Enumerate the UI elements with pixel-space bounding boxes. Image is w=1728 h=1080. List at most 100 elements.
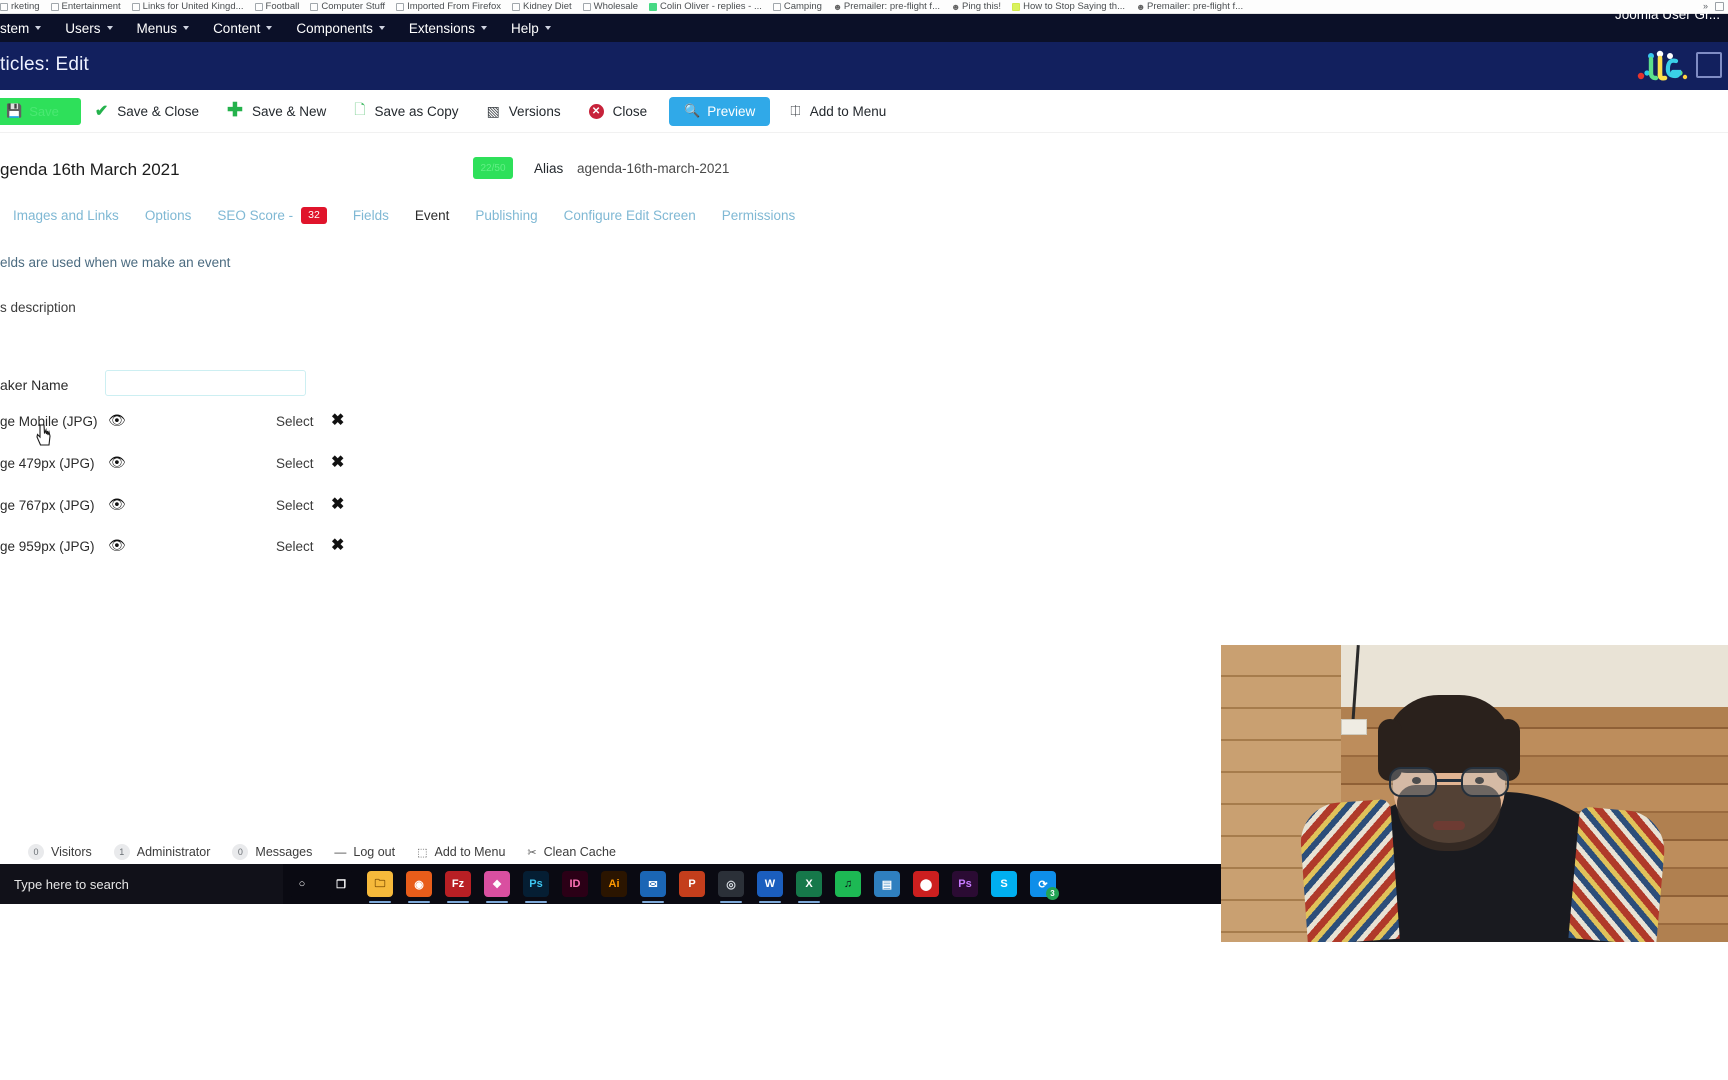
taskbar-app-glyph: Ps xyxy=(529,878,543,890)
menu-extensions[interactable]: Extensions xyxy=(397,14,499,42)
glasses-lens-right xyxy=(1461,767,1509,797)
bookmark-item[interactable]: Entertainment xyxy=(50,1,121,12)
obs-icon[interactable]: ◎ xyxy=(718,871,744,903)
eye-icon[interactable]: 👁 xyxy=(108,454,126,471)
versions-button[interactable]: ▧ Versions xyxy=(473,98,575,125)
illustrator-icon[interactable]: Ai xyxy=(601,871,627,897)
excel-icon[interactable]: X xyxy=(796,871,822,903)
status-item-label: Messages xyxy=(255,845,313,859)
menu-help[interactable]: Help xyxy=(499,14,563,42)
webcam-patterned-scarf-left xyxy=(1298,798,1400,942)
store-icon[interactable]: ▤ xyxy=(874,871,900,897)
bookmark-item[interactable]: Imported From Firefox xyxy=(396,1,501,12)
browser-bookmarks-bar[interactable]: rketing Entertainment Links for United Kin… xyxy=(0,0,1728,14)
bookmark-item[interactable]: Football xyxy=(254,1,299,12)
tab-configure-edit-screen[interactable]: Configure Edit Screen xyxy=(551,208,709,223)
save-and-close-button[interactable]: ✔ Save & Close xyxy=(81,98,213,125)
bookmark-item[interactable]: Kidney Diet xyxy=(512,1,572,12)
description-field-label: s description xyxy=(0,300,76,315)
status-messages[interactable]: 0 Messages xyxy=(232,844,312,860)
select-image-button[interactable]: Select xyxy=(276,539,314,554)
bookmark-item[interactable]: Colin Oliver - replies - ... xyxy=(648,1,762,12)
bookmark-item[interactable]: Camping xyxy=(772,1,822,12)
clear-image-icon[interactable]: ✖ xyxy=(331,535,344,555)
fields-hint-text: elds are used when we make an event xyxy=(0,255,231,270)
photos-icon[interactable]: ❖ xyxy=(484,871,510,903)
bookmark-item[interactable]: How to Stop Saying th... xyxy=(1012,1,1125,12)
select-image-button[interactable]: Select xyxy=(276,414,314,429)
menu-system[interactable]: stem xyxy=(0,14,53,42)
preview-button[interactable]: 🔍 Preview xyxy=(669,96,771,126)
status-add-to-menu[interactable]: ⬚ Add to Menu xyxy=(417,845,505,859)
tab-event[interactable]: Event xyxy=(402,208,463,223)
alias-input[interactable]: agenda-16th-march-2021 xyxy=(577,161,729,176)
cortana-icon[interactable]: ○ xyxy=(289,871,315,897)
file-explorer-icon[interactable]: 🗀 xyxy=(367,871,393,903)
bookmark-item[interactable]: ☻ Premailer: pre-flight f... xyxy=(1136,1,1243,12)
tab-fields[interactable]: Fields xyxy=(340,208,402,223)
status-visitors[interactable]: 0 Visitors xyxy=(28,844,92,860)
outlook-icon[interactable]: ✉ xyxy=(640,871,666,903)
add-to-menu-button[interactable]: ⎅ Add to Menu xyxy=(776,98,900,125)
tab-seo-score[interactable]: SEO Score - 32 xyxy=(204,206,339,224)
editor-toolbar[interactable]: 💾 Save ✔ Save & Close ✚ Save & New 🗋 Sav… xyxy=(0,90,1728,133)
tab-permissions[interactable]: Permissions xyxy=(709,208,809,223)
tab-publishing[interactable]: Publishing xyxy=(462,208,550,223)
save-and-new-button[interactable]: ✚ Save & New xyxy=(213,98,340,125)
taskbar-search-box[interactable]: Type here to search xyxy=(0,864,283,904)
indesign-icon[interactable]: ID xyxy=(562,871,588,897)
status-administrator[interactable]: 1 Administrator xyxy=(113,844,210,860)
article-title-row: genda 16th March 2021 22/50 Alias agenda… xyxy=(0,157,1728,187)
clear-image-icon[interactable]: ✖ xyxy=(331,494,344,514)
joomla-admin-menubar[interactable]: stem Users Menus Content Components Extension… xyxy=(0,14,1728,42)
status-clean-cache[interactable]: ✂ Clean Cache xyxy=(527,845,615,859)
editor-tabs[interactable]: Images and Links Options SEO Score - 32 Fiel… xyxy=(0,203,1728,227)
teamviewer-icon[interactable]: ⟳ 3 xyxy=(1030,871,1059,900)
menu-components[interactable]: Components xyxy=(284,14,397,42)
menu-content[interactable]: Content xyxy=(201,14,284,42)
menu-menus[interactable]: Menus xyxy=(125,14,202,42)
status-log-out[interactable]: — Log out xyxy=(334,845,395,859)
tab-options[interactable]: Options xyxy=(132,208,205,223)
select-image-button[interactable]: Select xyxy=(276,456,314,471)
tab-images-and-links[interactable]: Images and Links xyxy=(0,208,132,223)
bookmark-item[interactable]: Computer Stuff xyxy=(310,1,385,12)
clear-image-icon[interactable]: ✖ xyxy=(331,410,344,430)
bookmark-folder-icon xyxy=(396,2,405,11)
tab-label: Permissions xyxy=(721,207,796,223)
bookmark-item[interactable]: ☻ Ping this! xyxy=(951,1,1001,12)
skype-icon[interactable]: S xyxy=(991,871,1017,897)
taskbar-app-icons[interactable]: ○ ❐ 🗀 ◉ Fz ❖ Ps ID Ai ✉ P ◎ W X ♫ ▤ ⬤ Ps S ⟳ 3 xyxy=(289,871,1059,903)
firefox-icon[interactable]: ◉ xyxy=(406,871,432,903)
bookmark-item[interactable]: ☻ Premailer: pre-flight f... xyxy=(833,1,940,12)
save-button[interactable]: 💾 Save xyxy=(0,97,81,125)
add-to-menu-icon: ⬚ xyxy=(417,846,428,859)
filezilla-icon[interactable]: Fz xyxy=(445,871,471,903)
word-icon[interactable]: W xyxy=(757,871,783,903)
task-view-icon[interactable]: ❐ xyxy=(328,871,354,897)
bookmark-label: Colin Oliver - replies - ... xyxy=(659,1,762,12)
acrobat-icon[interactable]: ⬤ xyxy=(913,871,939,897)
menu-users[interactable]: Users xyxy=(53,14,124,42)
bookmark-item[interactable]: rketing xyxy=(0,1,40,12)
eye-icon[interactable]: 👁 xyxy=(108,412,126,429)
select-image-button[interactable]: Select xyxy=(276,498,314,513)
photoshop-icon[interactable]: Ps xyxy=(523,871,549,903)
spotify-icon[interactable]: ♫ xyxy=(835,871,861,897)
speaker-name-input[interactable] xyxy=(105,370,306,396)
bookmark-item[interactable]: Links for United Kingd... xyxy=(131,1,244,12)
clear-image-icon[interactable]: ✖ xyxy=(331,452,344,472)
eye-icon[interactable]: 👁 xyxy=(108,496,126,513)
menu-item-label: Extensions xyxy=(408,20,475,36)
bookmark-item[interactable]: Wholesale xyxy=(582,1,638,12)
article-title-input[interactable]: genda 16th March 2021 xyxy=(0,160,180,180)
close-button[interactable]: ✕ Close xyxy=(575,98,662,125)
taskbar-app-glyph: ✉ xyxy=(648,878,658,891)
powerpoint-icon[interactable]: P xyxy=(679,871,705,897)
image-field-row: ge 479px (JPG) 👁 Select ✖ xyxy=(0,449,1728,483)
eye-icon[interactable]: 👁 xyxy=(108,537,126,554)
webcam-overlay xyxy=(1221,645,1728,942)
save-as-copy-button[interactable]: 🗋 Save as Copy xyxy=(340,98,472,125)
photoshop-express-icon[interactable]: Ps xyxy=(952,871,978,897)
bookmark-label: Computer Stuff xyxy=(321,1,386,12)
